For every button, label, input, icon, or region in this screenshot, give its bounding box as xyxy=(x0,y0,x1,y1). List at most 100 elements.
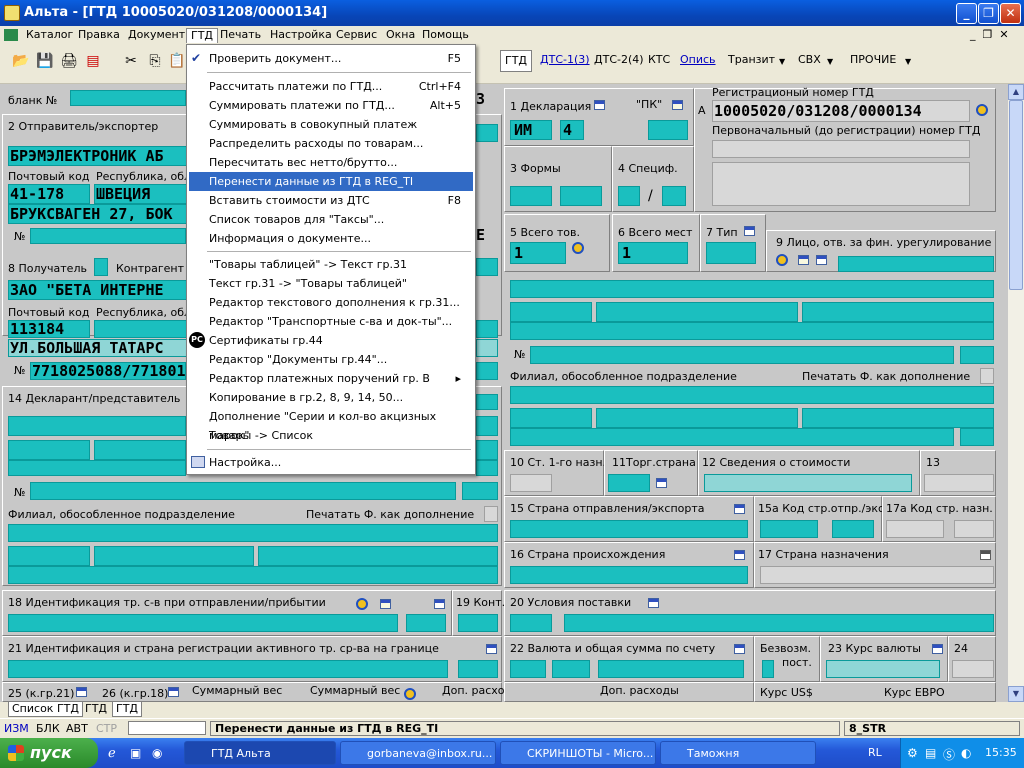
calendar-icon[interactable] xyxy=(734,644,745,654)
menu-print[interactable]: Печать xyxy=(216,28,265,43)
calendar-icon[interactable] xyxy=(486,644,497,654)
tab-gtd-1[interactable]: ГТД xyxy=(82,702,110,717)
g18-count-field[interactable] xyxy=(406,614,446,632)
calendar-icon[interactable] xyxy=(656,478,667,488)
note-icon[interactable] xyxy=(798,255,809,265)
scroll-down-icon[interactable]: ▼ xyxy=(1008,686,1024,702)
menu-item-sum[interactable]: Суммировать платежи по ГТД... Alt+5 xyxy=(189,96,473,115)
tab-opis[interactable]: Опись xyxy=(676,50,720,72)
desktop-icon[interactable]: ▣ xyxy=(130,746,141,760)
g22-currency-field[interactable] xyxy=(510,660,546,678)
tab-svh[interactable]: СВХ xyxy=(794,50,825,72)
settings-icon[interactable] xyxy=(976,104,988,116)
menu-help[interactable]: Помощь xyxy=(418,28,473,43)
g8-code-field[interactable] xyxy=(476,258,498,276)
pk-field[interactable] xyxy=(648,120,688,140)
menu-item-calc[interactable]: Рассчитать платежи по ГТД... Ctrl+F4 xyxy=(189,77,473,96)
menu-item-goods-list[interactable]: Товары -> Список xyxy=(189,426,473,445)
g9-code-field[interactable] xyxy=(838,256,994,272)
menu-item-certificates[interactable]: Сертификаты гр.44 xyxy=(189,331,473,350)
menu-item-excise-marks[interactable]: Дополнение "Серии и кол-во акцизных маро… xyxy=(189,407,473,442)
g13-field[interactable] xyxy=(924,474,994,492)
g14-code-field[interactable] xyxy=(476,394,498,410)
menu-item-check[interactable]: Проверить документ... F5 xyxy=(189,49,473,68)
menu-item-sum-total[interactable]: Суммировать в совокупный платеж xyxy=(189,115,473,134)
g9-name-field[interactable] xyxy=(510,280,994,298)
g17a-field-1[interactable] xyxy=(886,520,944,538)
g17-field[interactable] xyxy=(760,566,994,584)
network-icon[interactable]: ⚙ xyxy=(907,746,918,760)
calendar-icon[interactable] xyxy=(434,599,445,609)
decl-street-tail[interactable] xyxy=(476,460,498,476)
menu-item-goods-to-text[interactable]: "Товары таблицей" -> Текст гр.31 xyxy=(189,255,473,274)
calendar-icon[interactable] xyxy=(76,687,87,697)
free-flag-field[interactable] xyxy=(762,660,774,678)
settings-icon[interactable] xyxy=(572,242,584,254)
g9-filial-street[interactable] xyxy=(510,428,954,446)
menu-item-text-to-goods[interactable]: Текст гр.31 -> "Товары таблицей" xyxy=(189,274,473,293)
filial-country-field[interactable] xyxy=(94,546,254,566)
mdi-controls[interactable]: _ ❐ ✕ xyxy=(970,28,1009,41)
calendar-icon[interactable] xyxy=(980,550,991,560)
g24-field[interactable] xyxy=(952,660,994,678)
tab-prochie[interactable]: ПРОЧИЕ xyxy=(846,50,900,72)
g20-place-field[interactable] xyxy=(564,614,994,632)
menu-item-docs44-editor[interactable]: Редактор "Документы гр.44"... xyxy=(189,350,473,369)
g9-filial-field[interactable] xyxy=(510,386,994,404)
decl-country-tail[interactable] xyxy=(476,440,498,460)
menu-item-distribute[interactable]: Распределить расходы по товарам... xyxy=(189,134,473,153)
filial-zip-field[interactable] xyxy=(8,546,90,566)
g9-inn-field[interactable] xyxy=(530,346,954,364)
calendar-icon[interactable] xyxy=(734,504,745,514)
g10-field[interactable] xyxy=(510,474,552,492)
menu-item-recalc-weight[interactable]: Пересчитать вес нетто/брутто... xyxy=(189,153,473,172)
recv-extra-field[interactable] xyxy=(476,320,498,338)
filial-street-field[interactable] xyxy=(8,566,498,584)
blank-field[interactable] xyxy=(70,90,186,106)
calendar-icon[interactable] xyxy=(932,644,943,654)
note-icon[interactable] xyxy=(380,599,391,609)
save-icon[interactable]: 💾 xyxy=(36,52,54,70)
tab-gtd-2[interactable]: ГТД xyxy=(112,702,143,717)
decl-name-tail[interactable] xyxy=(476,416,498,436)
menu-item-taxa-list[interactable]: Список товаров для "Таксы"... xyxy=(189,210,473,229)
decl-zip-field[interactable] xyxy=(8,440,90,460)
close-button[interactable]: ✕ xyxy=(1000,3,1021,24)
task-screenshots[interactable]: СКРИНШОТЫ - Micro... xyxy=(500,741,656,765)
open-icon[interactable]: 📂 xyxy=(12,52,30,70)
chevron-down-icon[interactable]: ▼ xyxy=(905,57,911,66)
g15-field[interactable] xyxy=(510,520,748,538)
menu-edit[interactable]: Правка xyxy=(74,28,124,43)
g21-field[interactable] xyxy=(8,660,448,678)
g9-zip-field[interactable] xyxy=(510,302,592,322)
g3-field-2[interactable] xyxy=(560,186,602,206)
menu-item-transfer-regti[interactable]: Перенести данные из ГТД в REG_TI xyxy=(189,172,473,191)
recv-street-tail[interactable] xyxy=(476,339,498,357)
tab-kts[interactable]: КТС xyxy=(644,50,674,72)
menu-gtd[interactable]: ГТД xyxy=(186,28,219,43)
task-gtd-alta[interactable]: ГТД Альта xyxy=(184,741,336,765)
g16-field[interactable] xyxy=(510,566,748,584)
decl-name-field[interactable] xyxy=(8,416,186,436)
print-add-checkbox[interactable] xyxy=(980,368,994,384)
skype-icon[interactable]: Ⓢ xyxy=(943,746,955,763)
menu-service[interactable]: Сервис xyxy=(332,28,381,43)
monitor-icon[interactable]: ▤ xyxy=(925,746,936,760)
menu-item-payment-editor[interactable]: Редактор платежных поручений гр. В ▸ xyxy=(189,369,473,388)
tab-gtd-list[interactable]: Список ГТД xyxy=(8,702,83,717)
reg-notes-field[interactable] xyxy=(712,162,970,206)
g15a-field-1[interactable] xyxy=(760,520,818,538)
menu-windows[interactable]: Окна xyxy=(382,28,419,43)
filial-name-field[interactable] xyxy=(8,524,498,542)
ie-icon[interactable]: ℯ xyxy=(108,746,116,761)
g15a-field-2[interactable] xyxy=(832,520,874,538)
g22-code-field[interactable] xyxy=(552,660,590,678)
chevron-down-icon[interactable]: ▼ xyxy=(779,57,785,66)
print-options-icon[interactable]: ▤ xyxy=(84,52,102,70)
tab-gtd[interactable]: ГТД xyxy=(500,50,533,72)
recv-inn-tail[interactable] xyxy=(476,362,498,380)
decl-inn-field[interactable] xyxy=(30,482,456,500)
menu-item-settings[interactable]: Настройка... xyxy=(189,453,473,472)
g9-filial-city[interactable] xyxy=(802,408,994,428)
g9-filial-zip[interactable] xyxy=(510,408,592,428)
